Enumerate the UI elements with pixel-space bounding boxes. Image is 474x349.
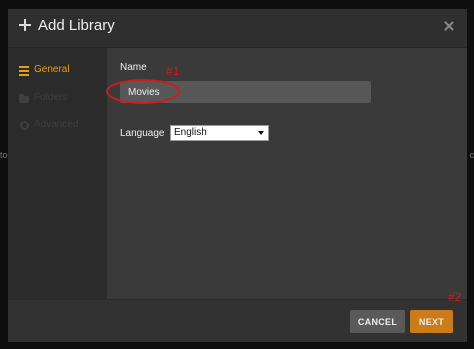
- general-icon: [19, 66, 29, 76]
- next-button[interactable]: NEXT: [410, 310, 453, 333]
- sidebar-item-general[interactable]: General: [8, 58, 107, 84]
- dialog-title: Add Library: [38, 17, 115, 34]
- language-label: Language: [120, 128, 165, 139]
- dialog-sidebar: General Folders Advanced: [8, 48, 107, 299]
- folder-icon: [19, 94, 29, 103]
- sidebar-item-label: Folders: [34, 92, 68, 103]
- sidebar-item-label: General: [34, 64, 70, 75]
- annotation-ellipse: [106, 79, 180, 104]
- dialog-header: Add Library: [8, 9, 467, 48]
- backdrop-text-right: c: [469, 150, 474, 160]
- name-label: Name: [120, 62, 147, 73]
- language-select-value: English: [174, 127, 207, 138]
- cancel-button[interactable]: CANCEL: [350, 310, 405, 333]
- dialog-footer: CANCEL NEXT: [8, 299, 467, 342]
- gear-icon: [20, 121, 29, 130]
- sidebar-item-label: Advanced: [34, 119, 79, 130]
- add-library-dialog: Add Library General Folders Advanced Nam…: [8, 9, 467, 342]
- sidebar-item-advanced[interactable]: Advanced: [8, 113, 107, 139]
- dropdown-arrow-icon: [258, 131, 264, 135]
- backdrop-text-left: to: [0, 150, 8, 160]
- annotation-label-2: #2: [448, 290, 462, 304]
- close-icon[interactable]: [443, 20, 455, 32]
- annotation-label-1: #1: [166, 64, 180, 78]
- language-select[interactable]: English: [170, 125, 269, 141]
- sidebar-item-folders[interactable]: Folders: [8, 86, 107, 112]
- plus-icon: [19, 19, 31, 31]
